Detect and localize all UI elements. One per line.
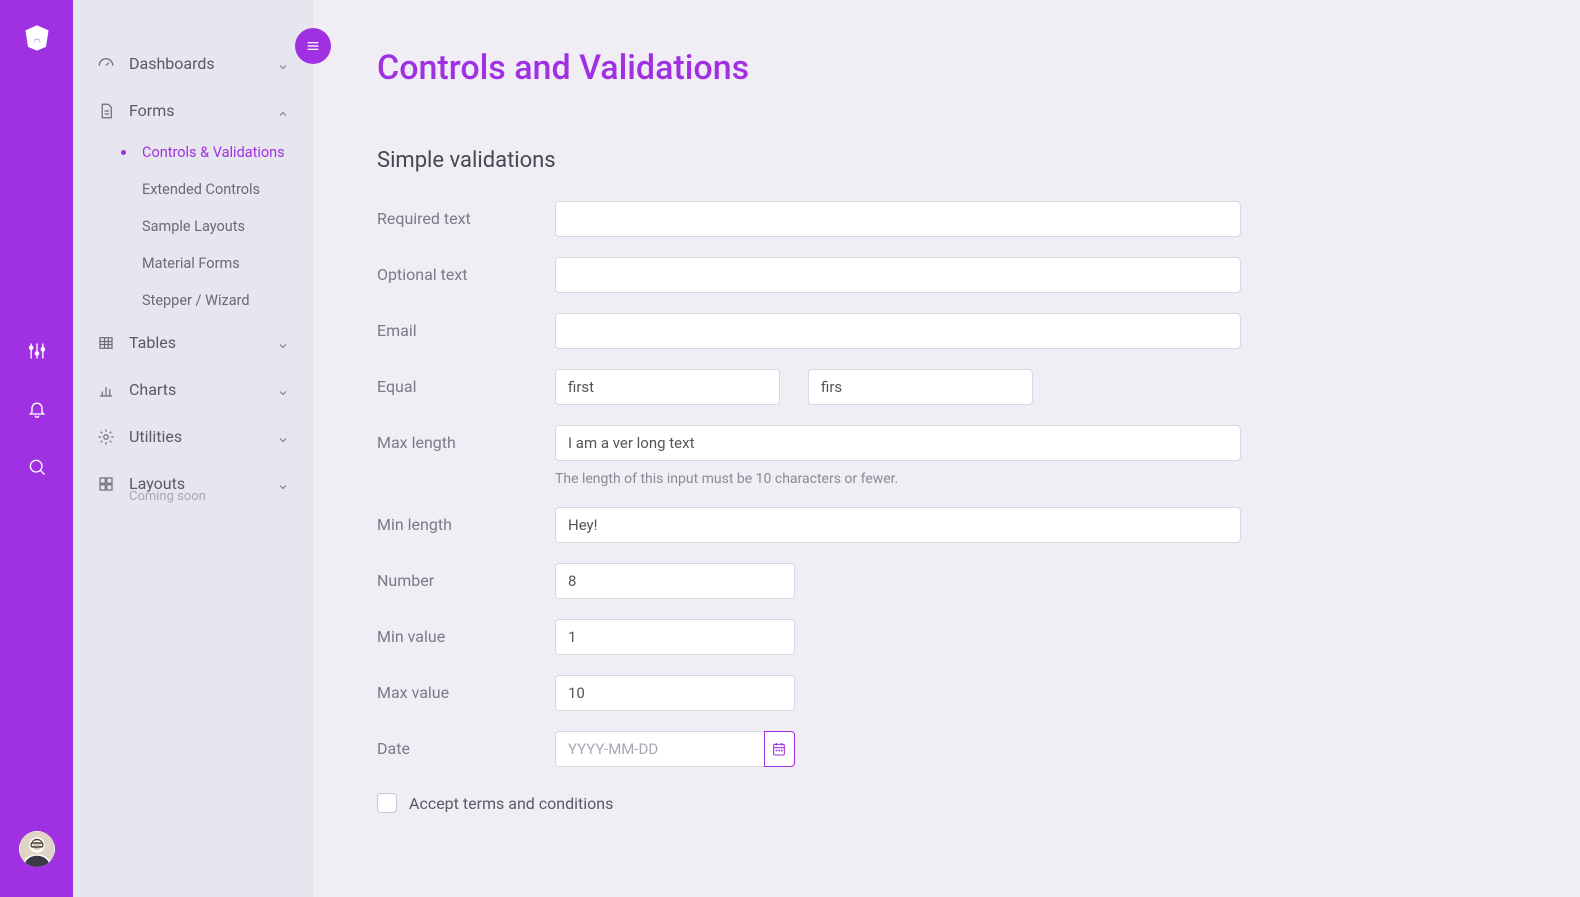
sidebar-item-dashboards[interactable]: Dashboards bbox=[73, 40, 313, 87]
required-text-input[interactable] bbox=[555, 201, 1241, 237]
sidebar-subitem-label: Stepper / Wizard bbox=[142, 292, 250, 309]
app-logo-icon bbox=[23, 24, 51, 52]
sidebar-subitem-controls-validations[interactable]: Controls & Validations bbox=[81, 134, 313, 171]
sidebar-item-label: Forms bbox=[129, 101, 175, 120]
max-length-input[interactable] bbox=[555, 425, 1241, 461]
sidebar: Dashboards Forms Controls & Validations … bbox=[73, 0, 313, 897]
label-email: Email bbox=[377, 313, 555, 340]
sidebar-toggle-button[interactable] bbox=[295, 28, 331, 64]
min-length-input[interactable] bbox=[555, 507, 1241, 543]
terms-label: Accept terms and conditions bbox=[409, 794, 613, 813]
sidebar-subitem-label: Sample Layouts bbox=[142, 218, 245, 235]
equal-second-input[interactable] bbox=[808, 369, 1033, 405]
search-icon[interactable] bbox=[26, 456, 48, 478]
chevron-down-icon bbox=[277, 58, 289, 70]
chevron-down-icon bbox=[277, 431, 289, 443]
chevron-down-icon bbox=[277, 337, 289, 349]
max-value-input[interactable] bbox=[555, 675, 795, 711]
section-title: Simple validations bbox=[377, 148, 1516, 173]
gear-icon bbox=[97, 428, 115, 446]
label-required-text: Required text bbox=[377, 201, 555, 228]
sidebar-item-tables[interactable]: Tables bbox=[73, 319, 313, 366]
chevron-down-icon bbox=[277, 478, 289, 490]
app-rail bbox=[0, 0, 73, 897]
sidebar-subitem-extended-controls[interactable]: Extended Controls bbox=[81, 171, 313, 208]
min-value-input[interactable] bbox=[555, 619, 795, 655]
sidebar-subitem-stepper-wizard[interactable]: Stepper / Wizard bbox=[81, 282, 313, 319]
label-optional-text: Optional text bbox=[377, 257, 555, 284]
number-input[interactable] bbox=[555, 563, 795, 599]
chevron-up-icon bbox=[277, 105, 289, 117]
max-length-hint: The length of this input must be 10 char… bbox=[555, 471, 1241, 487]
active-dot-icon bbox=[121, 150, 126, 155]
user-avatar[interactable] bbox=[19, 831, 55, 867]
label-min-length: Min length bbox=[377, 507, 555, 534]
sidebar-subitem-label: Extended Controls bbox=[142, 181, 260, 198]
calendar-icon bbox=[771, 741, 787, 757]
chart-icon bbox=[97, 381, 115, 399]
email-input[interactable] bbox=[555, 313, 1241, 349]
sidebar-subitem-material-forms[interactable]: Material Forms bbox=[81, 245, 313, 282]
label-max-value: Max value bbox=[377, 675, 555, 702]
label-number: Number bbox=[377, 563, 555, 590]
sidebar-item-label: Layouts bbox=[129, 474, 185, 493]
sidebar-item-charts[interactable]: Charts bbox=[73, 366, 313, 413]
sidebar-item-label: Tables bbox=[129, 333, 176, 352]
sidebar-item-label: Utilities bbox=[129, 427, 182, 446]
sidebar-item-layouts[interactable]: Layouts bbox=[73, 460, 313, 497]
date-picker-button[interactable] bbox=[764, 731, 795, 767]
sidebar-item-utilities[interactable]: Utilities bbox=[73, 413, 313, 460]
layout-icon bbox=[97, 475, 115, 493]
table-icon bbox=[97, 334, 115, 352]
sidebar-subitem-label: Material Forms bbox=[142, 255, 240, 272]
chevron-down-icon bbox=[277, 384, 289, 396]
sidebar-item-forms[interactable]: Forms bbox=[73, 87, 313, 134]
main-content: Controls and Validations Simple validati… bbox=[313, 0, 1580, 897]
sidebar-item-label: Charts bbox=[129, 380, 176, 399]
bell-icon[interactable] bbox=[26, 398, 48, 420]
sidebar-item-label: Dashboards bbox=[129, 54, 215, 73]
label-date: Date bbox=[377, 731, 555, 758]
sidebar-subitem-label: Controls & Validations bbox=[142, 144, 285, 161]
document-icon bbox=[97, 102, 115, 120]
settings-sliders-icon[interactable] bbox=[26, 340, 48, 362]
date-input[interactable] bbox=[555, 731, 764, 767]
label-equal: Equal bbox=[377, 369, 555, 396]
label-max-length: Max length bbox=[377, 425, 555, 452]
page-title: Controls and Validations bbox=[377, 48, 1516, 88]
terms-checkbox[interactable] bbox=[377, 793, 397, 813]
label-min-value: Min value bbox=[377, 619, 555, 646]
equal-first-input[interactable] bbox=[555, 369, 780, 405]
optional-text-input[interactable] bbox=[555, 257, 1241, 293]
dashboard-icon bbox=[97, 55, 115, 73]
sidebar-subitem-sample-layouts[interactable]: Sample Layouts bbox=[81, 208, 313, 245]
forms-subitems: Controls & Validations Extended Controls… bbox=[73, 134, 313, 319]
